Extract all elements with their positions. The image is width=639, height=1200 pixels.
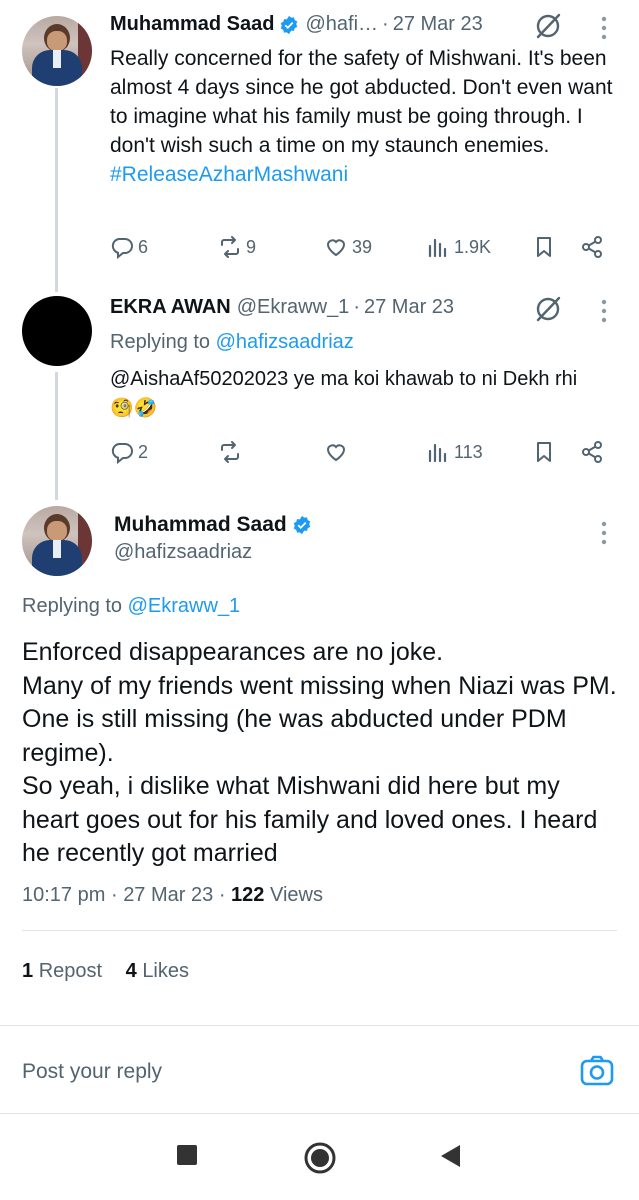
views-count: 122 [231,884,265,906]
avatar[interactable] [22,506,92,576]
like-count: 39 [352,236,373,257]
replying-handle[interactable]: @Ekraww_1 [128,595,241,617]
repost-icon [221,441,239,463]
replying-to: Replying to @hafizsaadriaz [110,331,354,354]
repost-button[interactable]: 9 [218,232,256,262]
bookmark-icon [537,442,551,462]
verified-badge-icon [281,15,298,34]
separator: · [110,884,118,906]
reply-input[interactable]: Post your reply [22,1060,162,1084]
share-button[interactable] [580,232,604,262]
reply-icon [111,443,133,464]
more-vertical-icon[interactable] [601,521,607,545]
timestamp[interactable]: 27 Mar 23 [393,13,483,36]
author-name[interactable]: Muhammad Saad [110,13,274,36]
likes-stat[interactable]: 4 Likes [126,960,189,982]
hashtag-link[interactable]: #ReleaseAzharMashwani [110,163,348,186]
likes-count: 4 [125,960,137,982]
bookmark-icon [537,237,551,257]
replying-to: Replying to @Ekraww_1 [22,595,240,618]
tweet-text: @AishaAf50202023 ye ma koi khawab to ni … [110,365,630,423]
thread-line [55,88,58,292]
reply-button[interactable]: 6 [110,232,148,262]
more-vertical-icon[interactable] [601,299,607,323]
views-icon [428,238,447,258]
views-count: 113 [454,441,483,462]
reply-button[interactable]: 2 [110,437,148,467]
tweet-body: Really concerned for the safety of Mishw… [110,47,613,157]
share-button[interactable] [580,437,604,467]
bookmark-button[interactable] [532,232,556,262]
tweet-date[interactable]: 27 Mar 23 [123,884,213,906]
author-handle[interactable]: @Ekraww_1 [237,296,350,319]
repost-button[interactable] [218,437,242,467]
repost-icon [221,236,239,258]
likes-label: Likes [142,960,190,982]
engagement-stats: 1 Repost 4 Likes [22,960,189,983]
reposts-count: 1 [22,960,34,982]
thread-line [55,372,58,500]
emoji: 🧐🤣 [110,398,158,419]
replying-label: Replying to [110,331,211,353]
tweet-body: Enforced disappearances are no joke. Many… [22,638,617,867]
reposts-stat[interactable]: 1 Repost [22,960,102,982]
timestamp[interactable]: 27 Mar 23 [364,296,454,319]
like-button[interactable] [324,437,348,467]
like-button[interactable]: 39 [324,232,372,262]
views-button[interactable]: 113 [426,437,483,467]
tweet-time[interactable]: 10:17 pm [22,884,105,906]
repost-count: 9 [246,236,257,257]
separator: · [382,13,389,35]
like-icon [326,239,346,257]
reposts-label: Repost [38,960,103,982]
separator: · [218,884,226,906]
more-vertical-icon[interactable] [601,16,607,40]
divider [0,1025,639,1026]
grok-icon[interactable] [533,11,563,41]
share-icon [582,441,602,463]
tweet-meta: 10:17 pm · 27 Mar 23 · 122 Views [22,884,323,907]
divider [0,1113,639,1114]
views-button[interactable]: 1.9K [426,232,491,262]
system-nav-bar [0,1115,639,1200]
author-handle[interactable]: @hafizsaadriaz [114,541,252,564]
views-label: Views [269,884,323,906]
grok-icon[interactable] [533,294,563,324]
recent-apps-icon[interactable] [175,1143,199,1167]
bookmark-button[interactable] [532,437,556,467]
home-icon[interactable] [303,1141,337,1175]
share-icon [582,236,602,258]
tweet-text: Really concerned for the safety of Mishw… [110,44,620,189]
views-count: 1.9K [454,236,492,257]
separator: · [353,296,360,318]
reply-icon [111,238,133,259]
reply-count: 2 [138,441,149,462]
back-icon[interactable] [438,1143,462,1169]
author-name[interactable]: Muhammad Saad [114,513,287,537]
divider [22,930,617,931]
tweet-body: @AishaAf50202023 ye ma koi khawab to ni … [110,368,578,390]
reply-count: 6 [138,236,149,257]
author-handle[interactable]: @hafi… [305,13,378,36]
replying-label: Replying to [22,595,123,617]
avatar[interactable] [22,16,92,86]
like-icon [326,444,346,462]
tweet-actions: 2 113 [110,437,610,467]
tweet-actions: 6 9 39 1.9K [110,232,610,262]
views-icon [428,443,447,463]
camera-icon[interactable] [580,1054,614,1088]
verified-badge-icon [293,515,310,535]
replying-handle[interactable]: @hafizsaadriaz [216,331,354,353]
avatar[interactable] [22,296,92,366]
author-name[interactable]: EKRA AWAN [110,296,231,319]
